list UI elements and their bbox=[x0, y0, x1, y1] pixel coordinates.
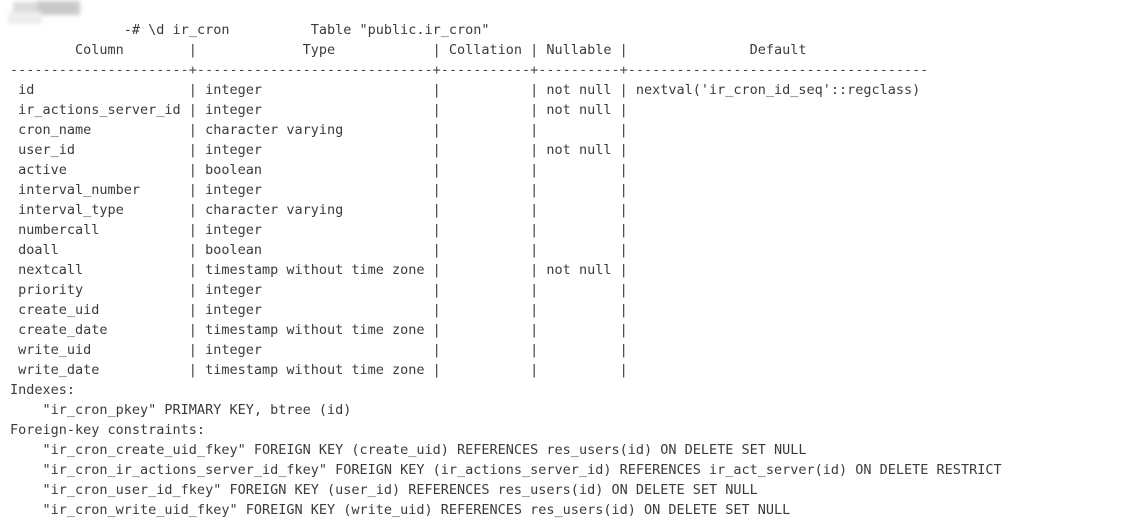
table-row: doall | boolean | | | bbox=[10, 242, 636, 258]
foreign-key-header: Foreign-key constraints: bbox=[10, 422, 206, 438]
psql-prompt-line: -# \d ir_cron bbox=[0, 0, 1140, 38]
table-row: nextcall | timestamp without time zone |… bbox=[10, 262, 636, 278]
table-row: priority | integer | | | bbox=[10, 282, 636, 298]
redaction-block-icon bbox=[36, 1, 80, 15]
redaction-block-icon bbox=[13, 2, 37, 17]
table-header-row: Column | Type | Collation | Nullable | D… bbox=[10, 42, 929, 58]
table-row: write_date | timestamp without time zone… bbox=[10, 362, 636, 378]
table-row: cron_name | character varying | | | bbox=[10, 122, 636, 138]
table-row: user_id | integer | | not null | bbox=[10, 142, 636, 158]
foreign-key-entry: "ir_cron_ir_actions_server_id_fkey" FORE… bbox=[10, 462, 1002, 478]
foreign-key-entry: "ir_cron_create_uid_fkey" FOREIGN KEY (c… bbox=[10, 442, 807, 458]
terminal-output: -# \d ir_cron Table "public.ir_cron" Col… bbox=[0, 0, 1140, 532]
foreign-key-entry: "ir_cron_user_id_fkey" FOREIGN KEY (user… bbox=[10, 482, 758, 498]
table-row: id | integer | | not null | nextval('ir_… bbox=[10, 82, 921, 98]
table-row: active | boolean | | | bbox=[10, 162, 636, 178]
table-row: write_uid | integer | | | bbox=[10, 342, 636, 358]
indexes-header: Indexes: bbox=[10, 382, 76, 398]
table-separator-row: ----------------------+-----------------… bbox=[10, 62, 929, 78]
table-row: create_uid | integer | | | bbox=[10, 302, 636, 318]
table-row: interval_type | character varying | | | bbox=[10, 202, 636, 218]
foreign-key-entry: "ir_cron_write_uid_fkey" FOREIGN KEY (wr… bbox=[10, 502, 791, 518]
table-title: Table "public.ir_cron" bbox=[10, 22, 490, 38]
table-row: create_date | timestamp without time zon… bbox=[10, 322, 636, 338]
table-row: numbercall | integer | | | bbox=[10, 222, 636, 238]
table-row: interval_number | integer | | | bbox=[10, 182, 636, 198]
table-row: ir_actions_server_id | integer | | not n… bbox=[10, 102, 636, 118]
index-entry: "ir_cron_pkey" PRIMARY KEY, btree (id) bbox=[10, 402, 352, 418]
